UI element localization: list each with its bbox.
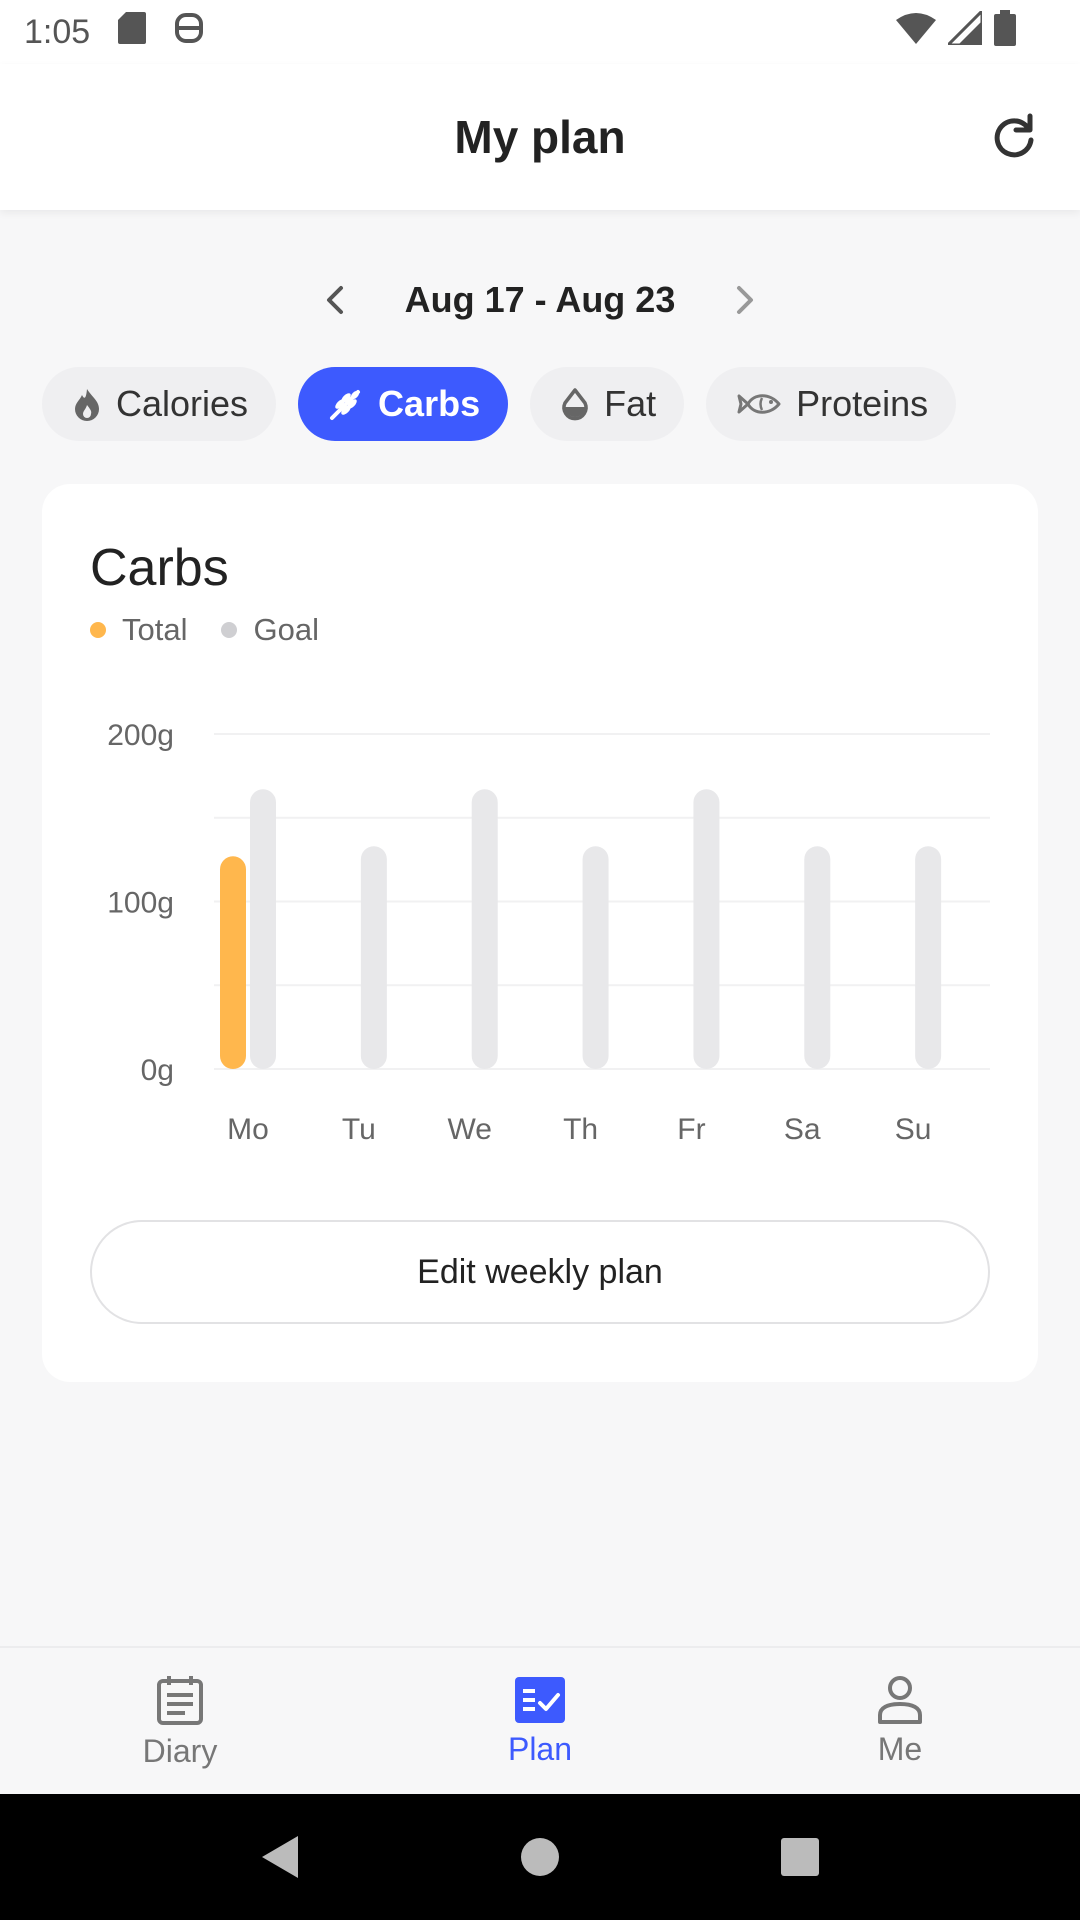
chevron-right-icon (737, 286, 753, 314)
app-bar: My plan (0, 64, 1080, 210)
tab-fat-label: Fat (604, 383, 657, 424)
x-tick-label: We (447, 1113, 491, 1146)
goal-bar (360, 846, 387, 1069)
nutrient-tabs: Calories Carbs Fat Proteins (42, 367, 957, 441)
nav-item-diary[interactable]: Diary (0, 1648, 360, 1794)
system-home-button[interactable] (505, 1822, 575, 1892)
goal-bar (693, 789, 720, 1069)
status-right (896, 6, 1056, 55)
nav-label-me: Me (877, 1730, 923, 1767)
plan-icon (515, 1676, 565, 1723)
tab-calories[interactable]: Calories (42, 367, 277, 441)
x-tick-label: Tu (342, 1113, 376, 1146)
next-week-button[interactable] (715, 270, 775, 330)
goal-bar (582, 846, 609, 1069)
x-tick-label: Th (563, 1113, 598, 1146)
y-tick-label: 200g (107, 719, 174, 752)
refresh-icon (994, 113, 1034, 158)
y-tick-label: 100g (107, 887, 174, 920)
tab-calories-label: Calories (116, 383, 249, 424)
edit-weekly-plan-button[interactable]: Edit weekly plan (90, 1220, 990, 1324)
fish-icon (737, 394, 781, 414)
tab-carbs-label: Carbs (378, 383, 481, 424)
x-tick-label: Su (895, 1113, 932, 1146)
previous-week-button[interactable] (305, 270, 365, 330)
status-time: 1:05 (24, 12, 91, 51)
battery-icon (994, 9, 1016, 55)
week-navigation: Aug 17 - Aug 23 (0, 270, 1080, 330)
carbs-card: Carbs Total Goal 0g 100g 200g Mo Tu We Th Fr Sa S… (42, 484, 1038, 1382)
y-tick-label: 0g (141, 1054, 174, 1087)
chevron-left-icon (327, 286, 343, 314)
x-tick-label: Mo (227, 1113, 269, 1146)
goal-bar (804, 846, 831, 1069)
carbs-bar-chart: 0g 100g 200g Mo Tu We Th Fr Sa Su (107, 719, 990, 1146)
goal-bar (915, 846, 942, 1069)
flame-icon (75, 389, 99, 421)
nav-label-diary: Diary (142, 1732, 218, 1769)
recents-icon (781, 1838, 819, 1876)
x-tick-label: Fr (677, 1113, 705, 1146)
tab-carbs[interactable]: Carbs (298, 367, 509, 441)
bottom-navigation: Diary Plan Me (0, 1646, 1080, 1794)
refresh-button[interactable] (982, 104, 1046, 168)
profile-icon (878, 1675, 922, 1724)
x-tick-label: Sa (784, 1113, 821, 1146)
wifi-icon (896, 12, 936, 53)
lock-icon (174, 11, 204, 54)
tab-proteins[interactable]: Proteins (706, 367, 957, 441)
nav-item-me[interactable]: Me (720, 1648, 1080, 1794)
wheat-icon (330, 390, 361, 420)
week-range-label: Aug 17 - Aug 23 (404, 279, 676, 320)
sd-card-icon (118, 11, 147, 53)
tab-fat[interactable]: Fat (530, 367, 685, 441)
total-bar (220, 856, 246, 1069)
drop-icon (562, 388, 588, 421)
system-navigation (0, 1794, 1080, 1920)
goal-bar (471, 789, 498, 1069)
nav-item-plan[interactable]: Plan (360, 1648, 720, 1794)
system-back-button[interactable] (245, 1822, 315, 1892)
home-icon (521, 1838, 559, 1876)
diary-icon (157, 1675, 203, 1725)
signal-icon (944, 6, 984, 54)
status-bar: 1:05 (0, 0, 1080, 64)
status-left: 1:05 (24, 11, 204, 54)
back-icon (262, 1836, 298, 1878)
page-title: My plan (454, 111, 626, 163)
system-recents-button[interactable] (765, 1822, 835, 1892)
nav-label-plan: Plan (507, 1730, 573, 1767)
tab-proteins-label: Proteins (796, 383, 929, 424)
goal-bar (250, 789, 276, 1069)
